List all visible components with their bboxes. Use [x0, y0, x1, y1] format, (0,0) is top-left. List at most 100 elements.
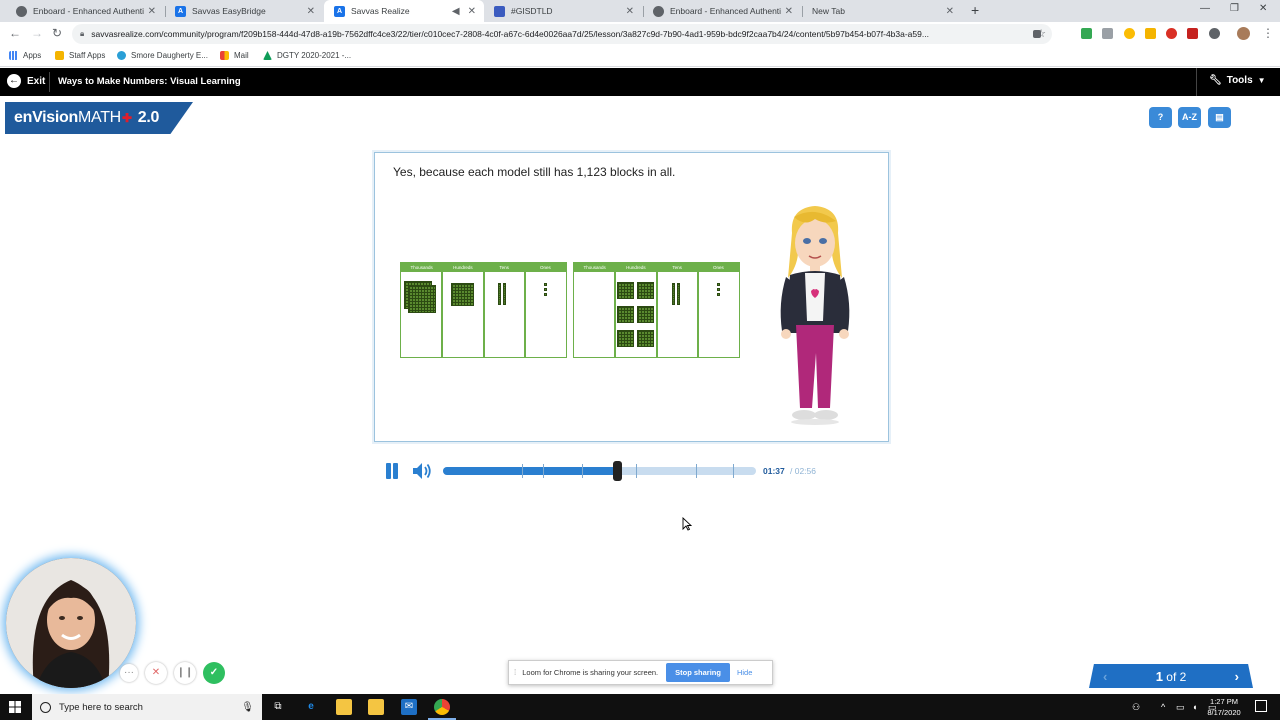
- chapter-marker: [522, 464, 524, 478]
- progress-track[interactable]: [443, 464, 756, 478]
- stop-sharing-button[interactable]: Stop sharing: [666, 663, 730, 682]
- current-time: 01:37: [763, 466, 785, 476]
- menu-dots-icon[interactable]: ⋮: [1262, 26, 1274, 40]
- print-icon[interactable]: ▤: [1208, 107, 1231, 128]
- hundred-flat: [637, 306, 654, 323]
- hundred-flat: [617, 330, 634, 347]
- store-icon[interactable]: [368, 699, 384, 715]
- mail-app-icon[interactable]: ✉: [401, 699, 417, 715]
- ten-rod: [677, 283, 680, 305]
- minimize-icon[interactable]: —: [1200, 3, 1210, 14]
- lesson-slide: Yes, because each model still has 1,123 …: [374, 152, 889, 442]
- one-unit: [717, 293, 720, 296]
- camera-icon[interactable]: [1033, 30, 1041, 38]
- extension-icon[interactable]: [1102, 28, 1113, 39]
- bookmark-apps[interactable]: Apps: [9, 51, 41, 60]
- next-slide-button[interactable]: ›: [1235, 669, 1239, 684]
- globe-icon: [16, 5, 27, 17]
- extension-icon[interactable]: [1145, 28, 1156, 39]
- reload-icon[interactable]: ↻: [52, 26, 62, 40]
- microphone-icon[interactable]: 🎙︎: [241, 702, 254, 713]
- close-tab-icon[interactable]: ✕: [785, 6, 793, 17]
- volume-icon[interactable]: [411, 461, 433, 481]
- hide-banner-button[interactable]: Hide: [737, 668, 752, 677]
- chapter-marker: [542, 464, 544, 478]
- people-icon[interactable]: ⚇: [1132, 702, 1140, 713]
- task-view-icon[interactable]: ⧉: [270, 699, 286, 715]
- maple-leaf-icon: ✚: [121, 111, 132, 125]
- chapter-marker: [695, 464, 697, 478]
- loom-cancel-button[interactable]: ✕: [145, 662, 167, 684]
- close-tab-icon[interactable]: ✕: [946, 6, 954, 17]
- webcam-face-image: [6, 558, 136, 688]
- bookmarks-bar: Apps Staff Apps Smore Daugherty E... Mai…: [0, 46, 1280, 67]
- calendar-icon: [494, 5, 505, 17]
- extension-icon[interactable]: [1081, 28, 1092, 39]
- glossary-icon[interactable]: A-Z: [1178, 107, 1201, 128]
- tab-savvas-realize[interactable]: A Savvas Realize ◀︎ ✕: [324, 0, 484, 22]
- windows-start-icon[interactable]: [9, 701, 21, 713]
- bookmark-smore[interactable]: Smore Daugherty E...: [117, 51, 208, 60]
- windows-taskbar: Type here to search 🎙︎ ⧉ e ✉ ⚇ ^ ▭ ◖ ▭ 1…: [0, 694, 1280, 720]
- bookmark-staff-apps[interactable]: Staff Apps: [55, 51, 105, 60]
- tab-savvas-easybridge[interactable]: A Savvas EasyBridge ✕: [165, 0, 323, 22]
- edge-browser-icon[interactable]: e: [303, 699, 319, 715]
- search-icon: [40, 701, 51, 713]
- tab-title: #GISDTLD: [511, 6, 553, 16]
- bookmark-dgty[interactable]: DGTY 2020-2021 -...: [263, 51, 351, 60]
- extension-icon[interactable]: [1209, 28, 1220, 39]
- hundred-flat: [451, 283, 474, 306]
- tab-gisdtld[interactable]: #GISDTLD ✕: [484, 0, 642, 22]
- notifications-icon[interactable]: [1255, 700, 1267, 712]
- close-tab-icon[interactable]: ✕: [468, 6, 476, 17]
- back-arrow-icon: ←: [7, 74, 21, 88]
- extension-icon[interactable]: [1187, 28, 1198, 39]
- close-tab-icon[interactable]: ✕: [626, 6, 634, 17]
- close-window-icon[interactable]: ✕: [1259, 3, 1267, 14]
- one-unit: [544, 293, 547, 296]
- restore-icon[interactable]: ❐: [1230, 3, 1239, 14]
- folder-icon: [55, 51, 64, 60]
- address-bar[interactable]: 🔒︎ savvasrealize.com/community/program/f…: [72, 24, 1052, 44]
- audio-playing-icon[interactable]: ◀︎: [452, 6, 460, 17]
- speaker-icon[interactable]: ◖: [1192, 702, 1197, 712]
- extension-icon[interactable]: [1166, 28, 1177, 39]
- close-tab-icon[interactable]: ✕: [148, 6, 156, 17]
- loom-more-button[interactable]: ···: [120, 664, 138, 682]
- envision-math-logo: enVision MATH ✚ 2.0: [5, 102, 193, 134]
- tab-new-tab[interactable]: New Tab ✕: [802, 0, 962, 22]
- loom-finish-button[interactable]: ✓: [203, 662, 225, 684]
- progress-scrubber-handle[interactable]: [612, 461, 622, 481]
- chrome-icon[interactable]: [434, 699, 450, 715]
- loom-webcam-bubble[interactable]: [6, 558, 136, 688]
- pause-button[interactable]: [385, 463, 399, 479]
- chapter-marker: [582, 464, 584, 478]
- forward-icon[interactable]: →: [31, 26, 43, 40]
- tab-enboard-1[interactable]: Enboard - Enhanced Authenticat ✕: [6, 0, 164, 22]
- browser-toolbar: ← → ↻ 🔒︎ savvasrealize.com/community/pro…: [0, 22, 1280, 46]
- drag-handle-icon[interactable]: ⁞: [514, 668, 516, 677]
- bookmark-mail[interactable]: Mail: [220, 51, 249, 60]
- taskbar-search-box[interactable]: Type here to search 🎙︎: [32, 694, 262, 720]
- place-value-chart-a: Thousands Hundreds Tens Ones: [400, 262, 567, 358]
- network-icon[interactable]: ▭: [1176, 702, 1185, 713]
- new-tab-button[interactable]: +: [971, 2, 979, 18]
- close-tab-icon[interactable]: ✕: [307, 6, 315, 17]
- search-help-icon[interactable]: ?: [1149, 107, 1172, 128]
- tab-title: Savvas EasyBridge: [192, 6, 266, 16]
- back-icon[interactable]: ←: [9, 26, 21, 40]
- exit-button[interactable]: ← Exit: [7, 74, 45, 88]
- tools-menu-button[interactable]: 🔧︎ Tools ▼: [1209, 75, 1266, 86]
- tab-enboard-2[interactable]: Enboard - Enhanced Authenticat ✕: [643, 0, 801, 22]
- show-hidden-icons[interactable]: ^: [1161, 702, 1165, 712]
- ten-rod: [672, 283, 675, 305]
- drive-icon: [263, 51, 272, 60]
- extension-icon[interactable]: [1124, 28, 1135, 39]
- one-unit: [717, 283, 720, 286]
- previous-slide-button[interactable]: ‹: [1103, 669, 1107, 684]
- loom-pause-button[interactable]: ❙❙: [174, 662, 196, 684]
- profile-avatar[interactable]: [1237, 27, 1250, 40]
- chapter-marker: [636, 464, 638, 478]
- taskbar-clock[interactable]: 1:27 PM 8/17/2020: [1200, 696, 1248, 718]
- file-explorer-icon[interactable]: [336, 699, 352, 715]
